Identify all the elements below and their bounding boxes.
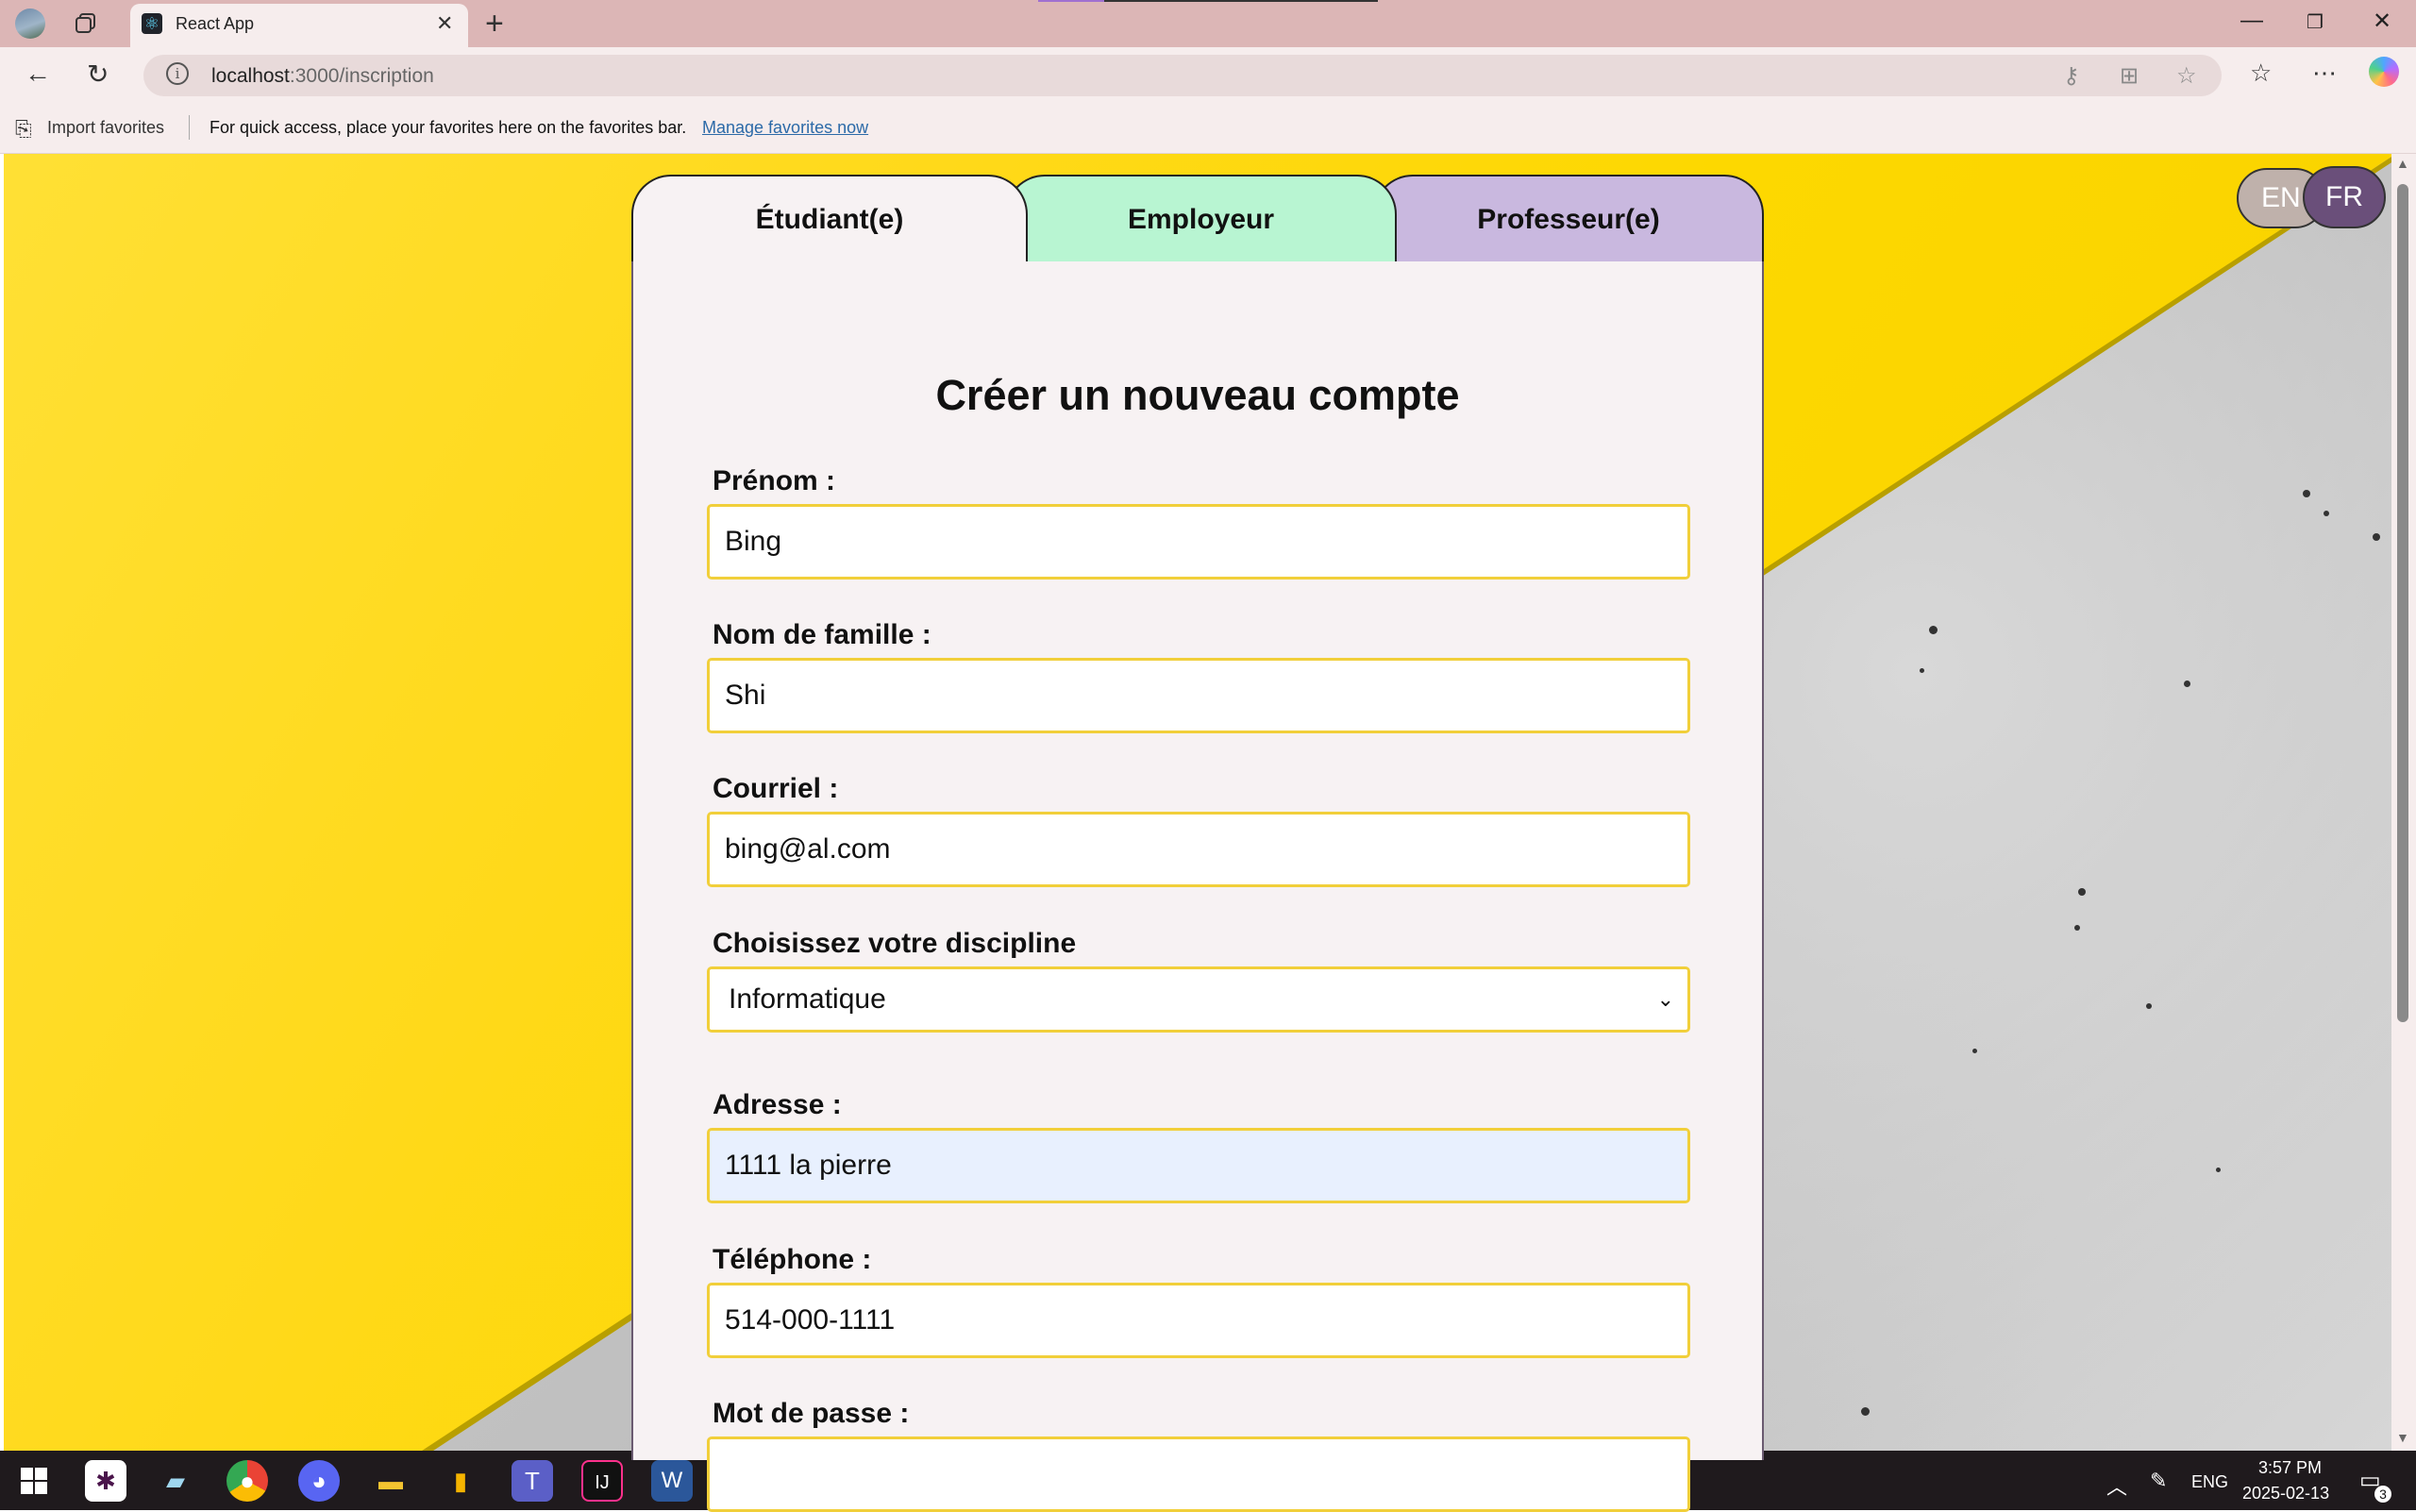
concrete-speck [1861,1407,1870,1416]
password-input[interactable] [707,1436,1690,1512]
concrete-speck [2303,490,2310,497]
last-name-label: Nom de famille : [713,619,931,650]
discipline-label: Choisissez votre discipline [713,928,1077,959]
pen-icon[interactable]: ✎ [2150,1469,2167,1493]
clock-time[interactable]: 3:57 PM [2254,1458,2322,1478]
restore-window-button[interactable]: ❐ [2307,10,2324,34]
email-input[interactable]: bing@al.com [707,812,1690,887]
scroll-down-arrow-icon[interactable]: ▼ [2396,1430,2409,1445]
password-label: Mot de passe : [713,1398,910,1429]
last-name-input[interactable]: Shi [707,658,1690,733]
favorites-icon[interactable]: ☆ [2250,59,2272,88]
clock-date[interactable]: 2025-02-13 [2242,1484,2329,1504]
refresh-button[interactable]: ↻ [87,59,109,90]
manage-favorites-link[interactable]: Manage favorites now [702,118,868,138]
site-info-icon[interactable]: i [166,62,189,85]
new-tab-button[interactable]: + [485,6,504,42]
notes-app-icon[interactable]: ▰ [155,1460,196,1502]
registration-form-card: Créer un nouveau compte Prénom : Bing No… [631,261,1764,1512]
settings-more-icon[interactable]: ⋯ [2312,59,2337,88]
discipline-select[interactable]: Informatique ⌄ [707,966,1690,1033]
first-name-input[interactable]: Bing [707,504,1690,580]
phone-input[interactable]: 514-000-1111 [707,1283,1690,1358]
loading-indicator-accent [1038,0,1104,2]
discord-icon[interactable]: ◕ [298,1460,340,1502]
show-hidden-icons-icon[interactable]: ︿ [2106,1470,2127,1501]
scroll-up-arrow-icon[interactable]: ▲ [2396,156,2409,171]
notification-count-badge: 3 [2374,1486,2391,1503]
address-bar[interactable] [143,55,2222,96]
import-favorites-icon[interactable]: ⎘ [15,117,32,142]
phone-label: Téléphone : [713,1244,872,1275]
copilot-icon[interactable] [2369,57,2399,87]
address-input[interactable]: 1111 la pierre [707,1128,1690,1203]
windows-start-icon[interactable] [21,1468,47,1494]
scrollbar-thumb[interactable] [2397,184,2408,1022]
browser-tab-title: React App [176,14,255,33]
tab-actions-icon[interactable] [74,11,98,36]
close-window-button[interactable]: ✕ [2373,8,2391,35]
page-scrollbar[interactable]: ▲ ▼ [2391,154,2416,1451]
address-label: Adresse : [713,1089,842,1120]
discipline-selected-value: Informatique [729,983,886,1015]
import-favorites-button[interactable]: Import favorites [47,118,164,138]
react-favicon-icon: ⚛ [142,13,162,34]
email-label: Courriel : [713,773,839,804]
concrete-speck [1972,1049,1977,1053]
first-name-label: Prénom : [713,465,836,496]
favorites-divider [189,115,190,140]
minimize-window-button[interactable]: — [2240,8,2263,34]
form-title: Créer un nouveau compte [935,371,1460,419]
app-available-icon[interactable]: ⊞ [2120,62,2139,90]
concrete-speck [2146,1003,2152,1009]
concrete-speck [1920,668,1924,673]
favorites-bar-message: For quick access, place your favorites h… [210,118,687,137]
tab-etudiant[interactable]: Étudiant(e) [631,175,1028,265]
tab-employeur[interactable]: Employeur [1005,175,1397,265]
chevron-down-icon: ⌄ [1656,987,1674,1011]
chrome-icon[interactable]: ● [226,1460,268,1502]
language-fr-button[interactable]: FR [2303,166,2386,228]
tab-professeur[interactable]: Professeur(e) [1373,175,1764,265]
intellij-icon[interactable]: IJ [581,1460,623,1502]
concrete-speck [1929,626,1938,634]
add-favorite-star-icon[interactable]: ☆ [2176,62,2197,90]
concrete-speck [2216,1168,2221,1172]
concrete-speck [2324,511,2329,516]
concrete-speck [2078,888,2086,896]
keep-notes-icon[interactable]: ▮ [440,1460,481,1502]
teams-icon[interactable]: T [512,1460,553,1502]
address-bar-url[interactable]: localhost:3000/inscription [211,65,434,88]
input-language-indicator[interactable]: ENG [2191,1472,2228,1492]
slack-icon[interactable]: ✱ [85,1460,126,1502]
concrete-speck [2074,925,2080,931]
concrete-speck [2373,533,2380,541]
password-key-icon[interactable]: ⚷ [2063,62,2080,90]
profile-avatar[interactable] [15,8,45,39]
back-button[interactable]: ← [25,59,51,89]
word-icon[interactable]: W [651,1460,693,1502]
close-tab-icon[interactable]: ✕ [436,11,453,36]
concrete-speck [2184,680,2190,687]
file-explorer-icon[interactable]: ▬ [370,1460,411,1502]
